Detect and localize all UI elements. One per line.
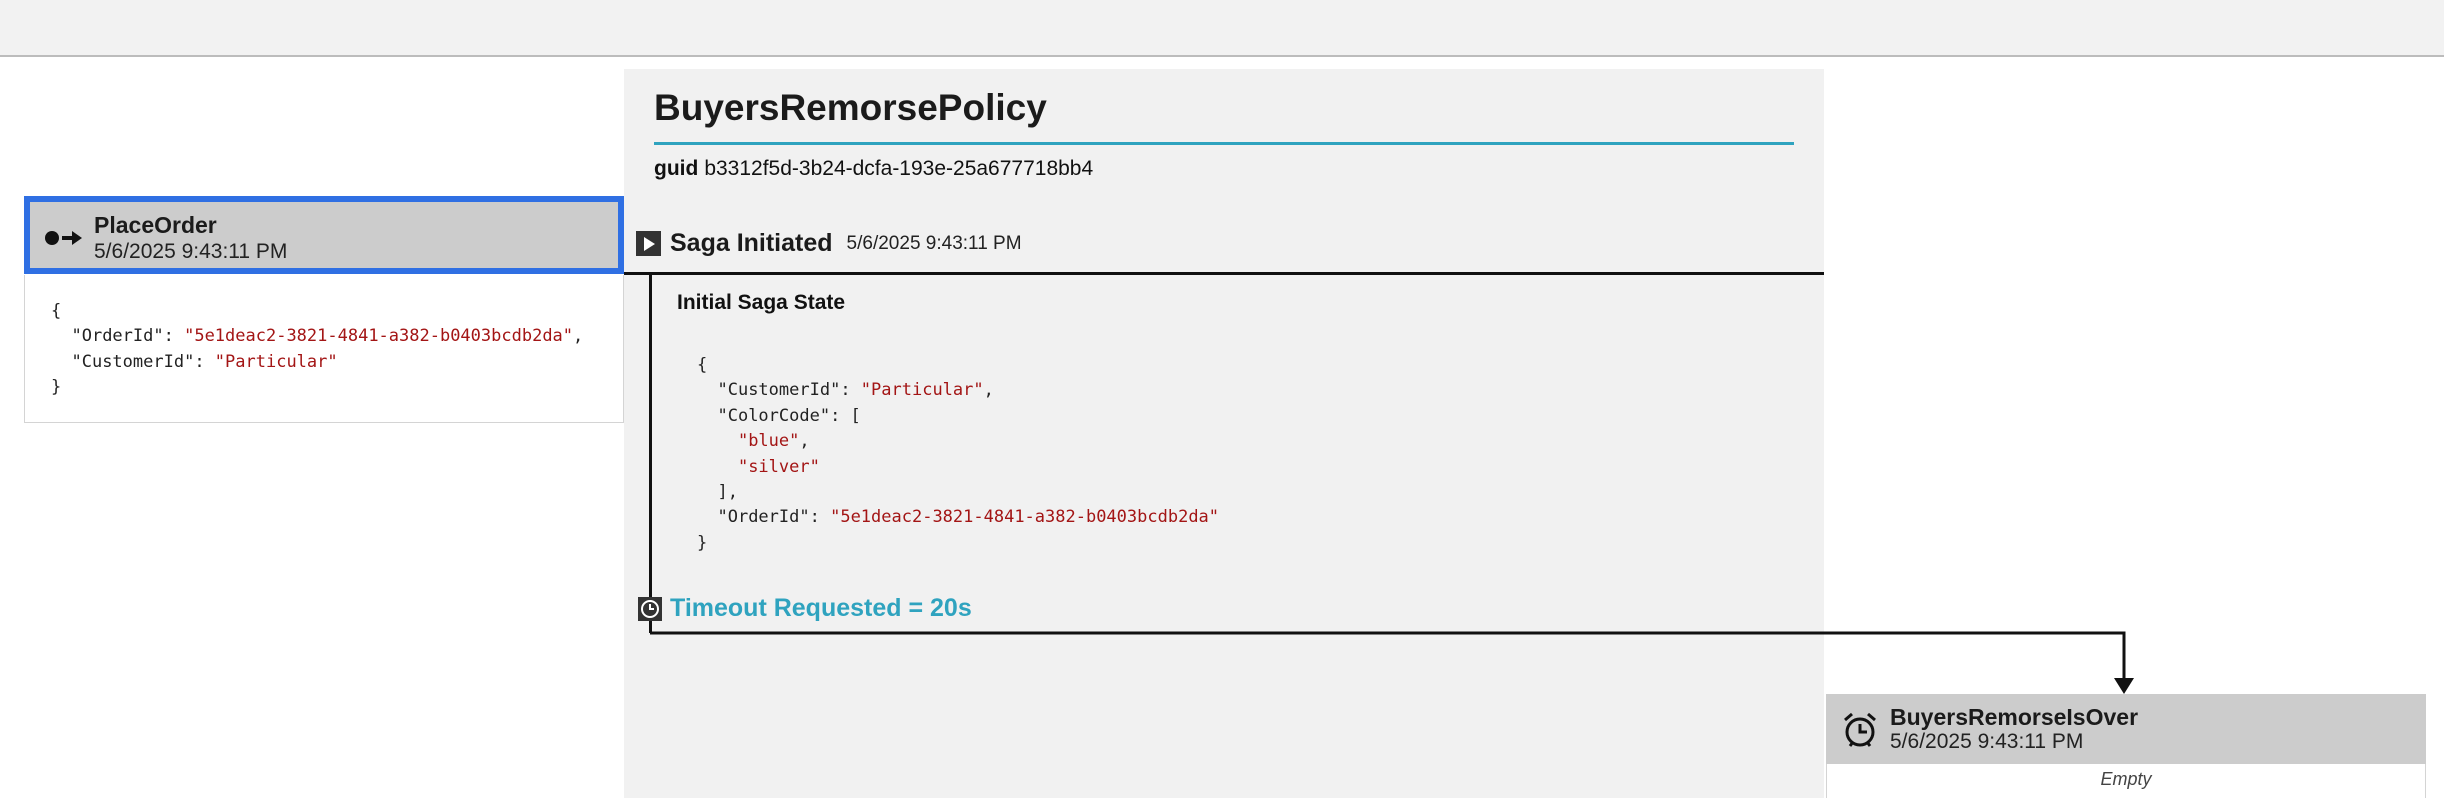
saga-guid: guid b3312f5d-3b24-dcfa-193e-25a677718bb4 [654, 157, 1093, 181]
message-time: 5/6/2025 9:43:11 PM [94, 240, 288, 263]
timeout-requested-row: Timeout Requested = 20s [638, 594, 972, 623]
saga-panel: BuyersRemorsePolicy guid b3312f5d-3b24-dc… [624, 69, 1824, 798]
top-toolbar [0, 0, 2444, 57]
guid-value: b3312f5d-3b24-dcfa-193e-25a677718bb4 [704, 157, 1094, 180]
saga-divider-line [624, 272, 1824, 275]
message-time: 5/6/2025 9:43:11 PM [1890, 730, 2084, 753]
initial-saga-state: Initial Saga State { "CustomerId": "Part… [649, 273, 1827, 633]
saga-title: BuyersRemorsePolicy [654, 87, 1047, 128]
message-card-placeorder[interactable]: PlaceOrder 5/6/2025 9:43:11 PM [24, 196, 624, 274]
saga-initiated-label: Saga Initiated [670, 229, 833, 257]
command-arrow-icon [45, 231, 82, 245]
alarm-clock-icon [1844, 712, 1876, 747]
timeout-requested-label: Timeout Requested = 20s [670, 594, 972, 622]
guid-label: guid [654, 157, 699, 180]
message-card-buyersremorseisover[interactable]: BuyersRemorseIsOver 5/6/2025 9:43:11 PM [1826, 694, 2426, 764]
empty-label: Empty [2100, 769, 2152, 789]
title-underline [654, 142, 1794, 145]
saga-initiated-time: 5/6/2025 9:43:11 PM [846, 232, 1022, 254]
message-json: { "OrderId": "5e1deac2-3821-4841-a382-b0… [51, 301, 584, 398]
play-icon [636, 231, 661, 256]
state-heading: Initial Saga State [677, 291, 846, 314]
saga-initiated-row: Saga Initiated 5/6/2025 9:43:11 PM [636, 229, 1022, 258]
message-body: { "OrderId": "5e1deac2-3821-4841-a382-b0… [24, 275, 624, 423]
timeout-message-body: Empty [1826, 764, 2426, 798]
message-name: PlaceOrder [94, 212, 217, 238]
message-name: BuyersRemorseIsOver [1890, 704, 2139, 730]
clock-icon [638, 596, 662, 621]
saga-state-json: { "CustomerId": "Particular", "ColorCode… [697, 355, 1220, 553]
